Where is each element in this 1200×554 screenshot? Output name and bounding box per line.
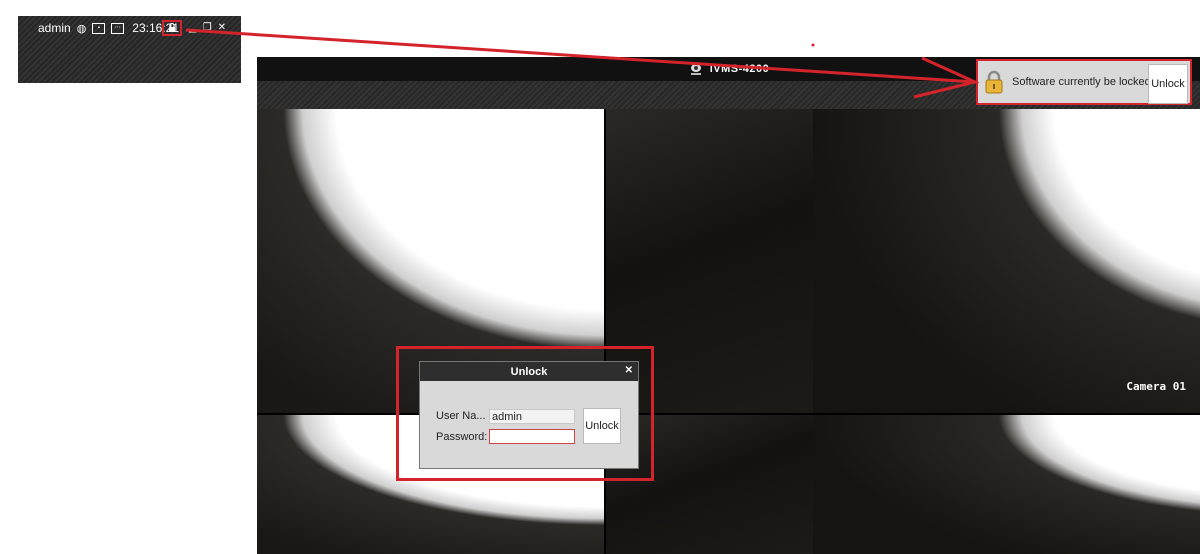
- app-title: iVMS-4200: [709, 63, 770, 75]
- unlock-dialog: Unlock ✕ User Na... Password: Unlock: [419, 361, 639, 469]
- lock-notice: Software currently be locked. Unlock: [976, 59, 1192, 105]
- lock-message: Software currently be locked.: [1012, 76, 1154, 88]
- close-icon[interactable]: ✕: [625, 365, 633, 376]
- username-input[interactable]: [489, 409, 575, 424]
- video-cell-6[interactable]: [813, 415, 1200, 554]
- username-label: admin: [38, 21, 71, 35]
- password-label: Password:: [436, 431, 488, 443]
- dialog-header: Unlock ✕: [420, 362, 638, 381]
- close-icon[interactable]: ✕: [218, 22, 226, 33]
- globe-icon[interactable]: ◍: [77, 22, 87, 35]
- dialog-title: Unlock: [510, 365, 548, 378]
- dialog-unlock-button[interactable]: Unlock: [583, 408, 621, 444]
- notice-unlock-button[interactable]: Unlock: [1148, 64, 1188, 104]
- password-input[interactable]: [489, 429, 575, 444]
- camera-label: Camera 01: [1126, 380, 1186, 393]
- minimize-icon[interactable]: ▁: [189, 22, 197, 33]
- restore-icon[interactable]: ❐: [203, 22, 212, 33]
- video-grid: Camera 01: [257, 109, 1200, 554]
- video-cell-3[interactable]: [813, 109, 1200, 413]
- zoomed-toolbar-inset: admin ◍ ▪ ⋯ 23:16:21 ▁ ❐ ✕: [18, 16, 241, 83]
- window-controls: ▁ ❐ ✕: [189, 19, 241, 35]
- lock-icon[interactable]: [162, 20, 182, 36]
- username-label: User Na...: [436, 410, 486, 422]
- monitor-icon[interactable]: ▪: [92, 22, 106, 34]
- keyboard-icon[interactable]: ⋯: [111, 22, 125, 34]
- app-logo-icon: [690, 64, 701, 75]
- padlock-icon: [985, 70, 1003, 94]
